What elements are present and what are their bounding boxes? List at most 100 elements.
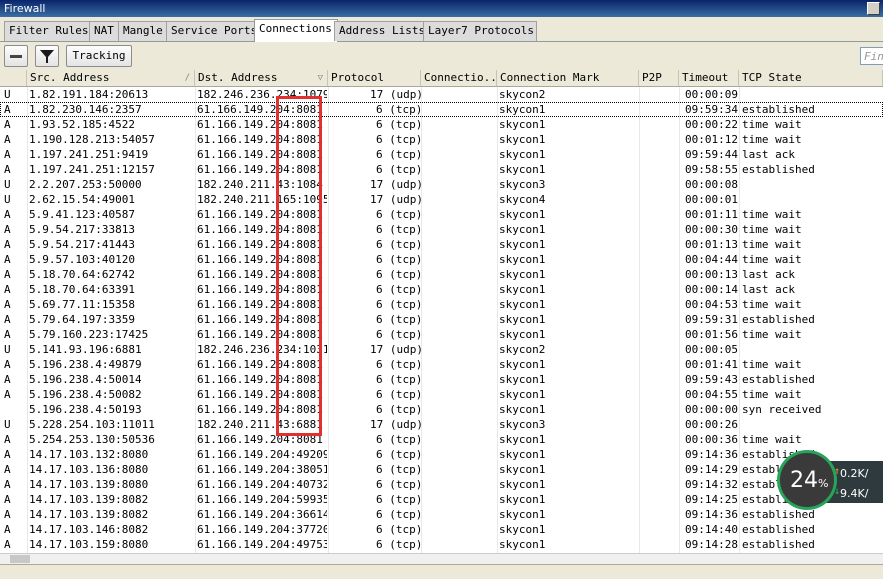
protocol-cell: 6 (tcp) [376, 493, 423, 506]
tab-mangle[interactable]: Mangle [118, 21, 172, 41]
timeout-cell: 00:04:44 [685, 253, 738, 266]
table-row[interactable]: A 5.79.64.197:3359 61.166.149.204:8081 6 (t… [0, 312, 883, 327]
protocol-cell: 6 (tcp) [376, 373, 423, 386]
filter-button[interactable] [35, 45, 59, 67]
table-row[interactable]: A 5.79.160.223:17425 61.166.149.204:8081 6 … [0, 327, 883, 342]
row-flag: A [4, 118, 11, 131]
upload-speed: 0.2K/ [840, 467, 869, 480]
table-row[interactable]: A 14.17.103.146:8082 61.166.149.204:37720 6… [0, 522, 883, 537]
src-address-cell: 5.9.54.217:41443 [29, 238, 135, 251]
table-row[interactable]: A 5.9.41.123:40587 61.166.149.204:8081 6 (t… [0, 207, 883, 222]
table-row[interactable]: 5.196.238.4:50193 61.166.149.204:8081 6 (t… [0, 402, 883, 417]
protocol-cell: 17 (udp) [370, 193, 423, 206]
sort-arrow-icon: / [184, 73, 190, 83]
row-flag: A [4, 523, 11, 536]
table-row[interactable]: A 1.93.52.185:4522 61.166.149.204:8081 6 (t… [0, 117, 883, 132]
table-row[interactable]: U 5.141.93.196:6881 182.246.236.234:1031 17… [0, 342, 883, 357]
row-flag: A [4, 163, 11, 176]
tracking-button[interactable]: Tracking [66, 45, 132, 67]
table-row[interactable]: A 5.9.54.217:33813 61.166.149.204:8081 6 (t… [0, 222, 883, 237]
tcp-state-cell: time wait [742, 223, 802, 236]
dst-address-cell: 61.166.149.204:49209 [197, 448, 327, 461]
dst-address-cell: 61.166.149.204:8081 [197, 253, 323, 266]
table-row[interactable]: A 5.9.54.217:41443 61.166.149.204:8081 6 (t… [0, 237, 883, 252]
dst-address-cell: 182.246.236.234:1079 [197, 88, 327, 101]
table-row[interactable]: A 14.17.103.139:8082 61.166.149.204:59935 6… [0, 492, 883, 507]
column-header-p2p[interactable]: P2P [639, 70, 679, 86]
timeout-cell: 00:00:14 [685, 283, 738, 296]
table-row[interactable]: A 5.196.238.4:49879 61.166.149.204:8081 6 (… [0, 357, 883, 372]
tcp-state-cell: established [742, 523, 815, 536]
table-row[interactable]: A 1.197.241.251:9419 61.166.149.204:8081 6 … [0, 147, 883, 162]
connection-mark-cell: skycon3 [499, 178, 546, 191]
src-address-cell: 1.190.128.213:54057 [29, 133, 155, 146]
tcp-state-cell: last ack [742, 283, 795, 296]
table-row[interactable]: A 5.18.70.64:63391 61.166.149.204:8081 6 (t… [0, 282, 883, 297]
table-row[interactable]: U 5.228.254.103:11011 182.240.211.43:6881 1… [0, 417, 883, 432]
table-row[interactable]: A 5.18.70.64:62742 61.166.149.204:8081 6 (t… [0, 267, 883, 282]
row-flag: A [4, 328, 11, 341]
table-row[interactable]: A 14.17.103.139:8080 61.166.149.204:40732 6… [0, 477, 883, 492]
dst-address-cell: 61.166.149.204:8081 [197, 163, 323, 176]
table-row[interactable]: A 5.9.57.103:40120 61.166.149.204:8081 6 (t… [0, 252, 883, 267]
src-address-cell: 14.17.103.146:8082 [29, 523, 149, 536]
protocol-cell: 6 (tcp) [376, 223, 423, 236]
column-header-flags[interactable] [0, 70, 27, 86]
horizontal-scrollbar[interactable] [0, 553, 883, 564]
table-row[interactable]: U 2.2.207.253:50000 182.240.211.43:1084 17 … [0, 177, 883, 192]
column-header-dst-address[interactable]: Dst. Address ▽ [195, 70, 328, 86]
connection-mark-cell: skycon1 [499, 508, 546, 521]
tcp-state-cell: last ack [742, 268, 795, 281]
tab-service-ports[interactable]: Service Ports [166, 21, 260, 41]
row-flag: A [4, 148, 11, 161]
column-header-connection-type[interactable]: Connectio... [421, 70, 497, 86]
table-row[interactable]: A 5.196.238.4:50082 61.166.149.204:8081 6 (… [0, 387, 883, 402]
remove-button[interactable] [4, 45, 28, 67]
timeout-cell: 00:00:00 [685, 403, 738, 416]
column-header-src-address[interactable]: Src. Address / [27, 70, 195, 86]
timeout-cell: 00:00:13 [685, 268, 738, 281]
table-row[interactable]: A 5.196.238.4:50014 61.166.149.204:8081 6 (… [0, 372, 883, 387]
table-row[interactable]: A 14.17.103.136:8080 61.166.149.204:38051 6… [0, 462, 883, 477]
column-header-tcp-state[interactable]: TCP State [739, 70, 883, 86]
table-row[interactable]: A 14.17.103.132:8080 61.166.149.204:49209 6… [0, 447, 883, 462]
row-flag: A [4, 103, 11, 116]
table-row[interactable]: A 5.69.77.11:15358 61.166.149.204:8081 6 (t… [0, 297, 883, 312]
protocol-cell: 6 (tcp) [376, 298, 423, 311]
tab-filter-rules[interactable]: Filter Rules [4, 21, 90, 41]
dst-address-cell: 61.166.149.204:8081 [197, 388, 323, 401]
row-flag: A [4, 358, 11, 371]
find-input[interactable]: Fin [860, 47, 883, 65]
connection-mark-cell: skycon1 [499, 463, 546, 476]
table-row[interactable]: A 1.190.128.213:54057 61.166.149.204:8081 6… [0, 132, 883, 147]
column-header-timeout[interactable]: Timeout [679, 70, 739, 86]
network-monitor-widget[interactable]: 24% ↑ 0.2K/ ↓ 9.4K/ [776, 446, 883, 516]
protocol-cell: 6 (tcp) [376, 283, 423, 296]
column-header-protocol[interactable]: Protocol [328, 70, 421, 86]
tab-connections[interactable]: Connections [254, 19, 338, 42]
table-row[interactable]: A 5.254.253.130:50536 61.166.149.204:8081 6… [0, 432, 883, 447]
src-address-cell: 2.2.207.253:50000 [29, 178, 142, 191]
timeout-cell: 00:04:55 [685, 388, 738, 401]
table-row[interactable]: U 1.82.191.184:20613 182.246.236.234:1079 1… [0, 87, 883, 102]
table-row[interactable]: A 1.82.230.146:2357 61.166.149.204:8081 6 (… [0, 102, 883, 117]
table-row[interactable]: A 1.197.241.251:12157 61.166.149.204:8081 6… [0, 162, 883, 177]
table-row[interactable]: A 14.17.103.139:8082 61.166.149.204:36614 6… [0, 507, 883, 522]
tab-bar: Filter Rules NAT Mangle Service Ports Co… [0, 17, 883, 42]
row-flag: U [4, 178, 11, 191]
column-header-connection-mark[interactable]: Connection Mark [497, 70, 639, 86]
connection-mark-cell: skycon4 [499, 193, 546, 206]
window-control-button[interactable] [867, 2, 880, 15]
scrollbar-thumb[interactable] [10, 555, 30, 563]
src-address-cell: 1.197.241.251:9419 [29, 148, 149, 161]
timeout-cell: 00:01:56 [685, 328, 738, 341]
tcp-state-cell: time wait [742, 133, 802, 146]
table-row[interactable]: A 14.17.103.159:8080 61.166.149.204:49753 6… [0, 537, 883, 552]
connection-mark-cell: skycon1 [499, 103, 546, 116]
tcp-state-cell: time wait [742, 118, 802, 131]
table-row[interactable]: U 2.62.15.54:49001 182.240.211.165:1095 17 … [0, 192, 883, 207]
tab-layer7-protocols[interactable]: Layer7 Protocols [423, 21, 537, 41]
tab-address-lists[interactable]: Address Lists [334, 21, 428, 41]
connection-mark-cell: skycon1 [499, 373, 546, 386]
src-address-cell: 5.196.238.4:49879 [29, 358, 142, 371]
